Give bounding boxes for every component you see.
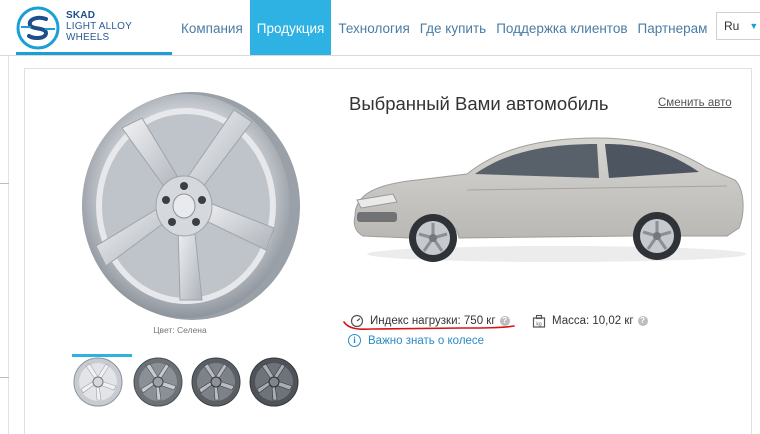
site-header: SKAD LIGHT ALLOY WHEELS Компания Продукц…: [0, 0, 760, 56]
brand-name[interactable]: SKAD LIGHT ALLOY WHEELS: [66, 10, 132, 43]
language-select[interactable]: Ru ▼: [716, 12, 760, 40]
brand-line-1: SKAD: [66, 10, 96, 21]
mass-text: Масса: 10,02 кг: [552, 315, 634, 327]
important-info-link[interactable]: i Важно знать о колесе: [348, 334, 484, 347]
car-image: [353, 137, 747, 262]
change-car-link[interactable]: Сменить авто: [658, 97, 732, 109]
selected-car-title: Выбранный Вами автомобиль: [349, 93, 609, 114]
nav-item-products[interactable]: Продукция: [249, 0, 332, 56]
left-edge-border: [0, 56, 9, 434]
weight-icon: kg: [532, 314, 546, 328]
important-info-label: Важно знать о колесе: [368, 334, 485, 347]
mass-spec: kg Масса: 10,02 кг ?: [532, 314, 648, 328]
wheel-thumbnail-3[interactable]: [190, 356, 242, 408]
edge-tick: [0, 377, 9, 378]
main-nav: Компания Продукция Технология Где купить…: [176, 0, 712, 56]
wheel-image[interactable]: [56, 88, 300, 324]
nav-item-support[interactable]: Поддержка клиентов: [491, 0, 632, 56]
brand-line-3: WHEELS: [66, 32, 110, 43]
header-divider: [0, 55, 760, 56]
wheel-thumbnail-2[interactable]: [132, 356, 184, 408]
nav-item-company[interactable]: Компания: [176, 0, 248, 56]
wheel-thumbnail-4[interactable]: [248, 356, 300, 408]
nav-item-technology[interactable]: Технология: [333, 0, 414, 56]
help-icon[interactable]: ?: [637, 316, 648, 326]
nav-item-where-to-buy[interactable]: Где купить: [415, 0, 491, 56]
edge-tick: [0, 183, 9, 184]
skad-logo-icon[interactable]: [16, 6, 60, 50]
chevron-down-icon: ▼: [749, 21, 759, 31]
language-value: Ru: [724, 19, 740, 33]
brand-line-2: LIGHT ALLOY: [66, 21, 132, 32]
info-icon: i: [348, 334, 361, 347]
nav-item-partners[interactable]: Партнерам: [633, 0, 713, 56]
wheel-thumbnail-1[interactable]: [72, 356, 124, 408]
svg-text:kg: kg: [536, 322, 542, 328]
wheel-color-caption: Цвет: Селена: [153, 325, 207, 335]
